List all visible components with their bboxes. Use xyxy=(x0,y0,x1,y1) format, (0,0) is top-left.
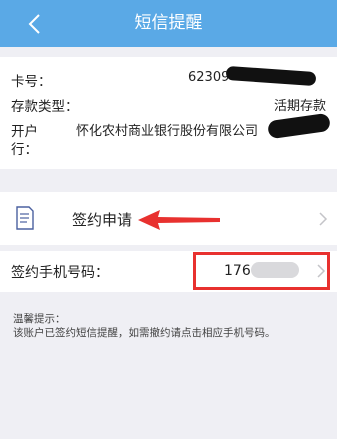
bank-value: 怀化农村商业银行股份有限公司 xyxy=(76,124,259,139)
phone-blur-redaction xyxy=(251,262,299,278)
deposit-type-value: 活期存款 xyxy=(273,99,326,114)
sign-up-label: 签约申请 xyxy=(72,211,133,229)
sign-up-row[interactable]: 签约申请 xyxy=(0,192,337,245)
tips-text: 该账户已签约短信提醒，如需撤约请点击相应手机号码。 xyxy=(13,327,276,339)
signed-phone-row[interactable]: 签约手机号码： 176 xyxy=(0,251,337,292)
page-title: 短信提醒 xyxy=(134,13,203,33)
bank-redaction xyxy=(267,112,331,140)
account-info-card: 卡号： 62309 存款类型： 活期存款 开户 行： 怀化农村商业银行股份有限公… xyxy=(0,57,337,169)
bank-label-line1: 开户 xyxy=(11,124,38,140)
header-bar: 短信提醒 xyxy=(0,0,337,47)
deposit-type-label: 存款类型： xyxy=(11,99,79,115)
tips-title: 温馨提示： xyxy=(13,313,66,325)
chevron-right-icon xyxy=(319,212,328,226)
phone-label: 签约手机号码： xyxy=(11,265,109,281)
card-number-value: 62309 xyxy=(188,70,230,85)
chevron-right-icon xyxy=(317,264,326,278)
red-arrow-annotation xyxy=(138,210,220,230)
document-icon xyxy=(16,206,34,230)
tips-section: 温馨提示： 该账户已签约短信提醒，如需撤约请点击相应手机号码。 xyxy=(13,312,276,340)
card-number-redaction xyxy=(225,65,317,87)
phone-value: 176 xyxy=(224,263,251,279)
card-number-label: 卡号： xyxy=(11,74,52,90)
bank-label-line2: 行： xyxy=(11,142,38,158)
